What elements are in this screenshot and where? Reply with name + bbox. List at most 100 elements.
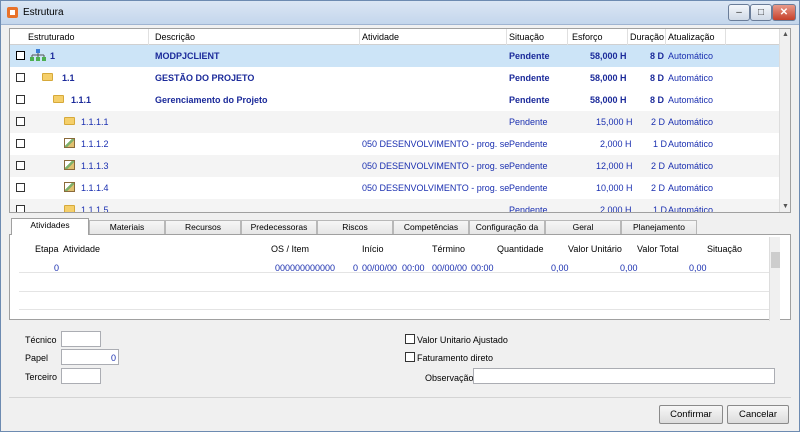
column-header-os-item[interactable]: OS / Item [271, 244, 309, 254]
row-atualizacao: Automático [668, 183, 714, 193]
row-duracao: 1 D [653, 139, 668, 149]
observacao-input[interactable] [473, 368, 775, 384]
row-checkbox[interactable] [16, 95, 25, 104]
tab-materiais[interactable]: Materiais [89, 220, 165, 234]
row-esforco: 58,000 H [590, 73, 627, 83]
activity-os-seq: 0 [353, 263, 359, 273]
activity-valor-unitario: 0,00 [620, 263, 638, 273]
column-header-atividade[interactable]: Atividade [362, 32, 399, 42]
column-header-etapa[interactable]: Etapa [35, 244, 59, 254]
column-header-duracao[interactable]: Duração [630, 32, 664, 42]
folder-icon [64, 205, 75, 212]
row-atualizacao: Automático [668, 117, 714, 127]
folder-icon [64, 117, 75, 125]
column-header-situacao[interactable]: Situação [509, 32, 544, 42]
scroll-up-icon[interactable]: ▲ [780, 29, 790, 40]
tab-configuracao-os[interactable]: Configuração da OS [469, 220, 545, 245]
tree-row[interactable]: 1.1.1.3 050 DESENVOLVIMENTO - prog. sem … [10, 155, 780, 177]
maximize-icon[interactable]: □ [750, 4, 772, 21]
row-esforco: 58,000 H [590, 51, 627, 61]
row-checkbox[interactable] [16, 139, 25, 148]
tree-row[interactable]: 1.1.1 Gerenciamento do Projeto Pendente … [10, 89, 780, 111]
scroll-down-icon[interactable]: ▼ [780, 201, 790, 212]
tab-geral[interactable]: Geral [545, 220, 621, 234]
row-descricao: GESTÃO DO PROJETO [155, 73, 255, 83]
column-header-atualizacao[interactable]: Atualização [668, 32, 715, 42]
papel-label: Papel [25, 353, 49, 363]
folder-icon [53, 95, 64, 103]
tab-riscos[interactable]: Riscos [317, 220, 393, 234]
tab-competencias[interactable]: Competências [393, 220, 469, 234]
row-checkbox[interactable] [16, 205, 25, 212]
row-descricao: Gerenciamento do Projeto [155, 95, 268, 105]
activities-vertical-scrollbar[interactable] [769, 237, 780, 321]
valor-unitario-ajustado-checkbox[interactable] [405, 334, 415, 344]
row-esforco: 2,000 H [600, 139, 632, 149]
column-header-atividade[interactable]: Atividade [63, 244, 100, 254]
tree-row[interactable]: 1.1 GESTÃO DO PROJETO Pendente 58,000 H … [10, 67, 780, 89]
terceiro-input[interactable] [61, 368, 101, 384]
cancelar-button[interactable]: Cancelar [727, 405, 789, 424]
row-duracao: 8 D [650, 73, 665, 83]
column-header-valor-unitario[interactable]: Valor Unitário [568, 244, 622, 254]
scroll-thumb[interactable] [771, 252, 780, 268]
column-header-valor-total[interactable]: Valor Total [637, 244, 679, 254]
terceiro-label: Terceiro [25, 372, 58, 382]
task-icon [64, 182, 75, 192]
tecnico-label: Técnico [25, 335, 57, 345]
activity-inicio-hora: 00:00 [402, 263, 425, 273]
row-checkbox[interactable] [16, 117, 25, 126]
task-icon [64, 138, 75, 148]
column-header-inicio[interactable]: Início [362, 244, 384, 254]
column-header-termino[interactable]: Término [432, 244, 465, 254]
activities-header: Etapa Atividade OS / Item Início Término… [17, 238, 775, 254]
column-header-descricao[interactable]: Descrição [155, 32, 195, 42]
folder-icon [42, 73, 53, 81]
minimize-icon[interactable]: – [728, 4, 750, 21]
task-icon [64, 160, 75, 170]
papel-input[interactable]: 0 [61, 349, 119, 365]
activity-termino-data: 00/00/00 [432, 263, 468, 273]
row-situacao: Pendente [509, 183, 548, 193]
confirmar-button[interactable]: Confirmar [659, 405, 723, 424]
column-header-estruturado[interactable]: Estruturado [28, 32, 75, 42]
column-header-quantidade[interactable]: Quantidade [497, 244, 544, 254]
tab-predecessoras[interactable]: Predecessoras [241, 220, 317, 234]
row-esforco: 58,000 H [590, 95, 627, 105]
row-atividade: 050 DESENVOLVIMENTO - prog. sem cust [362, 139, 509, 149]
activity-row[interactable]: 0 000000000000 0 00/00/00 00:00 00/00/00… [17, 260, 775, 273]
row-code: 1.1 [62, 73, 75, 83]
grid-header: Estruturado Descrição Atividade Situação… [10, 29, 780, 45]
row-checkbox[interactable] [16, 161, 25, 170]
grid-vertical-scrollbar[interactable]: ▲ ▼ [779, 29, 790, 212]
row-atualizacao: Automático [668, 205, 714, 213]
tab-recursos[interactable]: Recursos [165, 220, 241, 234]
column-header-esforco[interactable]: Esforço [572, 32, 603, 42]
column-header-situacao[interactable]: Situação [707, 244, 742, 254]
tecnico-input[interactable] [61, 331, 101, 347]
tree-row[interactable]: 1.1.1.4 050 DESENVOLVIMENTO - prog. sem … [10, 177, 780, 199]
row-checkbox[interactable] [16, 73, 25, 82]
tab-atividades[interactable]: Atividades [11, 218, 89, 235]
row-atualizacao: Automático [668, 95, 714, 105]
activity-etapa: 0 [54, 263, 60, 273]
tree-row[interactable]: 1.1.1.1 Pendente 15,000 H 2 D Automático [10, 111, 780, 133]
tab-planejamento[interactable]: Planejamento [621, 220, 697, 234]
activity-inicio-data: 00/00/00 [362, 263, 398, 273]
estrutura-window: Estrutura – □ ✕ Estruturado Descrição At… [0, 0, 800, 432]
row-code: 1.1.1.4 [81, 183, 109, 193]
row-esforco: 12,000 H [596, 161, 633, 171]
tree-row[interactable]: 1 MODPJCLIENT Pendente 58,000 H 8 D Auto… [10, 45, 780, 67]
tree-row[interactable]: 1.1.1.5 Pendente 2,000 H 1 D Automático [10, 199, 780, 213]
row-checkbox[interactable] [16, 51, 25, 60]
tree-row[interactable]: 1.1.1.2 050 DESENVOLVIMENTO - prog. sem … [10, 133, 780, 155]
row-duracao: 2 D [651, 183, 666, 193]
row-duracao: 8 D [650, 95, 665, 105]
close-icon[interactable]: ✕ [772, 4, 796, 21]
row-duracao: 1 D [653, 205, 668, 213]
faturamento-direto-checkbox[interactable] [405, 352, 415, 362]
observacao-label: Observação [425, 373, 474, 383]
row-checkbox[interactable] [16, 183, 25, 192]
row-esforco: 15,000 H [596, 117, 633, 127]
activity-quantidade: 0,00 [551, 263, 569, 273]
